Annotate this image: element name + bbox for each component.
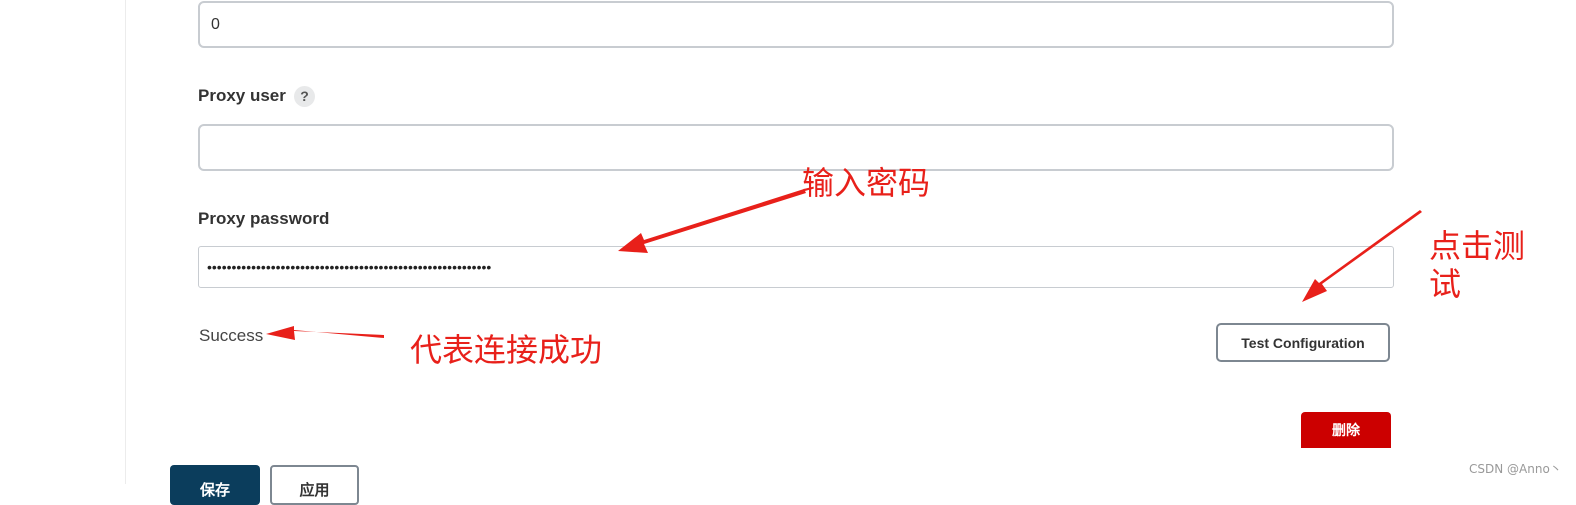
- proxy-port-input[interactable]: 0: [198, 1, 1394, 48]
- annotation-connection-success: 代表连接成功: [410, 331, 603, 369]
- proxy-user-label: Proxy user: [198, 86, 286, 105]
- arrow-to-status-icon: [266, 326, 384, 340]
- arrow-to-password-icon: [618, 189, 806, 253]
- proxy-password-input[interactable]: ••••••••••••••••••••••••••••••••••••••••…: [198, 246, 1394, 288]
- proxy-port-value: 0: [211, 15, 220, 33]
- proxy-user-input[interactable]: [198, 124, 1394, 171]
- help-icon[interactable]: ?: [294, 86, 315, 107]
- annotation-click-test: 点击测试: [1429, 227, 1526, 303]
- proxy-password-value: ••••••••••••••••••••••••••••••••••••••••…: [207, 259, 492, 275]
- save-button[interactable]: 保存: [170, 465, 260, 505]
- annotation-enter-password: 输入密码: [802, 164, 931, 202]
- validation-status: Success: [199, 326, 264, 345]
- watermark: CSDN @Anno丶: [1469, 462, 1562, 476]
- left-gutter: [0, 0, 126, 484]
- apply-button[interactable]: 应用: [270, 465, 359, 505]
- proxy-password-label: Proxy password: [198, 209, 330, 228]
- test-configuration-button[interactable]: Test Configuration: [1216, 323, 1390, 362]
- delete-button[interactable]: 删除: [1301, 412, 1391, 448]
